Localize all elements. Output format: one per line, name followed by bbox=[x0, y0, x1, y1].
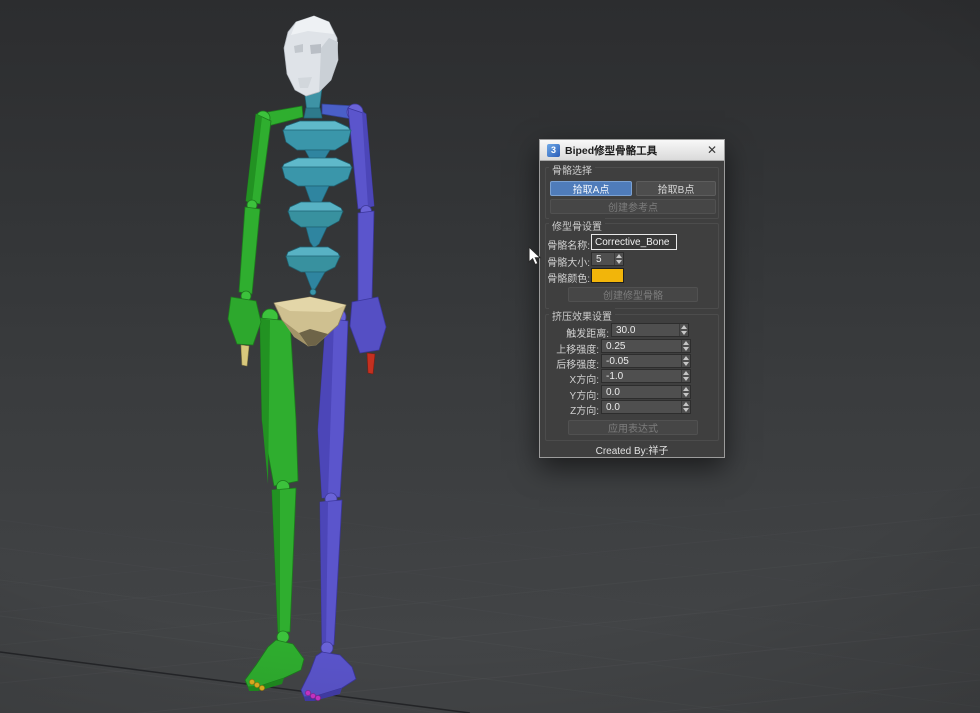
corrective-group-label: 修型骨设置 bbox=[549, 218, 605, 233]
squash-group-label: 挤压效果设置 bbox=[549, 308, 615, 323]
ground-grid bbox=[0, 487, 980, 713]
back-strength-label: 后移强度: bbox=[540, 356, 599, 371]
up-strength-spinner[interactable]: 0.25 bbox=[601, 339, 691, 353]
up-strength-value[interactable]: 0.25 bbox=[602, 340, 681, 352]
left-leg-bones[interactable] bbox=[245, 309, 304, 691]
up-strength-spin-buttons[interactable] bbox=[681, 340, 690, 352]
close-icon[interactable]: ✕ bbox=[707, 144, 717, 156]
z-direction-value[interactable]: 0.0 bbox=[602, 401, 681, 413]
back-strength-spin-buttons[interactable] bbox=[681, 355, 690, 367]
bone-color-label: 骨骼颜色: bbox=[542, 270, 590, 285]
dialog-titlebar[interactable]: 3 Biped修型骨骼工具 ✕ bbox=[540, 140, 724, 161]
right-leg-bones[interactable] bbox=[301, 308, 356, 701]
apply-expression-button[interactable]: 应用表达式 bbox=[568, 420, 698, 435]
trigger-distance-value[interactable]: 30.0 bbox=[612, 324, 679, 336]
head-bone[interactable] bbox=[284, 16, 338, 96]
biped-tool-dialog: 3 Biped修型骨骼工具 ✕ 骨骼选择 拾取A点 拾取B点 创建参考点 修型骨… bbox=[539, 139, 725, 458]
y-direction-value[interactable]: 0.0 bbox=[602, 386, 681, 398]
trigger-distance-spinner[interactable]: 30.0 bbox=[611, 323, 689, 337]
y-direction-label: Y方向: bbox=[540, 387, 599, 402]
bone-size-spinner[interactable]: 5 bbox=[591, 252, 624, 266]
left-finger-bone bbox=[241, 345, 249, 366]
z-direction-spinner[interactable]: 0.0 bbox=[601, 400, 691, 414]
dialog-title: Biped修型骨骼工具 bbox=[565, 143, 702, 158]
create-corrective-bone-button[interactable]: 创建修型骨骼 bbox=[568, 287, 698, 302]
create-reference-point-button[interactable]: 创建参考点 bbox=[550, 199, 716, 214]
viewport-scene bbox=[0, 0, 980, 713]
bone-size-spin-buttons[interactable] bbox=[614, 253, 623, 265]
x-direction-label: X方向: bbox=[540, 371, 599, 386]
back-strength-spinner[interactable]: -0.05 bbox=[601, 354, 691, 368]
biped-skeleton[interactable] bbox=[228, 16, 386, 701]
y-direction-spinner[interactable]: 0.0 bbox=[601, 385, 691, 399]
bone-name-input[interactable] bbox=[591, 234, 677, 250]
bone-size-label: 骨骼大小: bbox=[542, 254, 590, 269]
y-direction-spin-buttons[interactable] bbox=[681, 386, 690, 398]
x-direction-spin-buttons[interactable] bbox=[681, 370, 690, 382]
pick-point-a-button[interactable]: 拾取A点 bbox=[550, 181, 632, 196]
x-direction-spinner[interactable]: -1.0 bbox=[601, 369, 691, 383]
bone-select-group-label: 骨骼选择 bbox=[549, 162, 595, 177]
trigger-distance-label: 触发距离: bbox=[540, 325, 609, 340]
z-direction-spin-buttons[interactable] bbox=[681, 401, 690, 413]
pick-point-b-button[interactable]: 拾取B点 bbox=[636, 181, 716, 196]
spine-bones[interactable] bbox=[282, 121, 352, 295]
z-direction-label: Z方向: bbox=[540, 402, 599, 417]
credit-text: Created By:祥子 bbox=[540, 442, 724, 457]
right-finger-bone bbox=[367, 353, 375, 374]
eye-socket-right bbox=[310, 44, 321, 54]
bone-color-swatch[interactable] bbox=[591, 268, 624, 283]
bone-size-value[interactable]: 5 bbox=[592, 253, 614, 265]
up-strength-label: 上移强度: bbox=[540, 341, 599, 356]
x-direction-value[interactable]: -1.0 bbox=[602, 370, 681, 382]
bone-name-label: 骨骼名称: bbox=[542, 237, 590, 252]
viewport[interactable]: 3 Biped修型骨骼工具 ✕ 骨骼选择 拾取A点 拾取B点 创建参考点 修型骨… bbox=[0, 0, 980, 713]
3dsmax-icon: 3 bbox=[547, 144, 560, 157]
trigger-distance-spin-buttons[interactable] bbox=[679, 324, 688, 336]
back-strength-value[interactable]: -0.05 bbox=[602, 355, 681, 367]
